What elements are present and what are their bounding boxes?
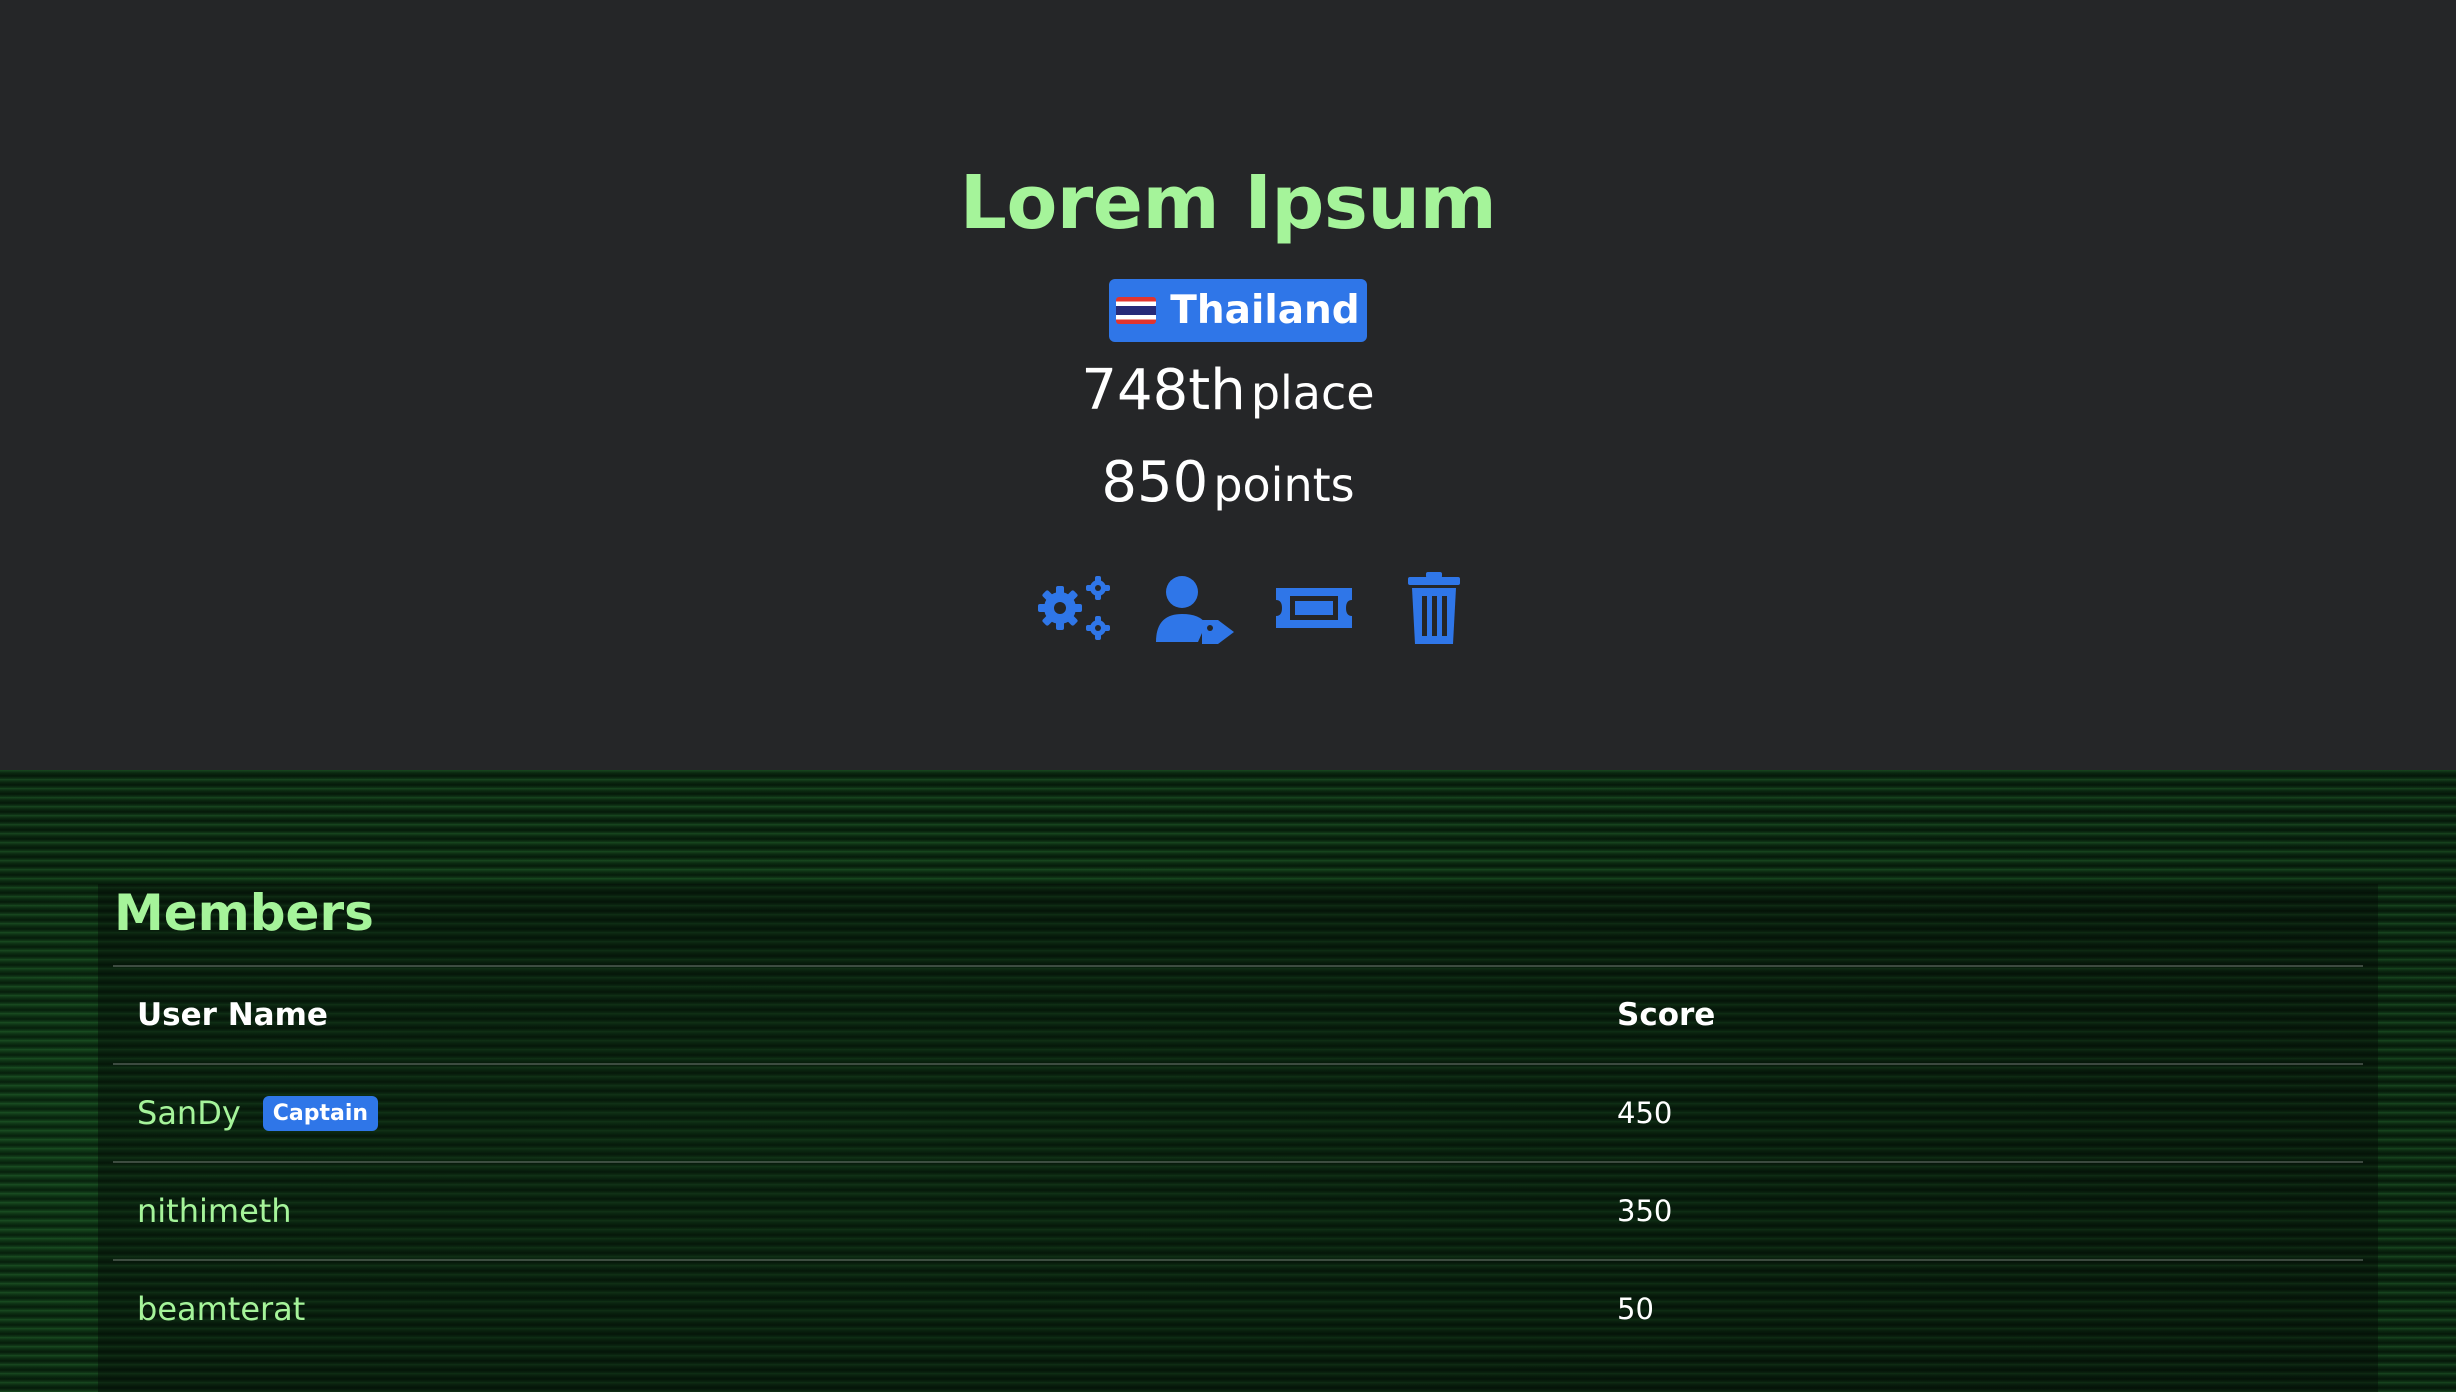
settings-button[interactable] — [1032, 570, 1116, 646]
team-actions — [1032, 570, 1476, 646]
table-row: SanDy Captain 450 — [113, 1063, 2363, 1161]
member-link[interactable]: SanDy — [137, 1094, 241, 1132]
member-score: 50 — [1617, 1292, 1654, 1326]
team-header: Lorem Ipsum Thailand 748th place 850 poi… — [0, 0, 2456, 770]
ticket-button[interactable] — [1272, 570, 1356, 646]
member-score: 350 — [1617, 1194, 1673, 1228]
country-badge[interactable]: Thailand — [1109, 279, 1367, 342]
team-points: 850 points — [0, 450, 2456, 515]
points-label: points — [1213, 458, 1355, 512]
gears-icon — [1038, 576, 1110, 640]
user-tag-icon — [1156, 576, 1234, 644]
place-number: 748th — [1081, 358, 1246, 423]
team-name: Lorem Ipsum — [959, 160, 1497, 246]
member-link[interactable]: beamterat — [137, 1290, 305, 1328]
member-score: 450 — [1617, 1096, 1673, 1130]
ticket-icon — [1276, 588, 1352, 628]
thailand-flag-icon — [1116, 297, 1157, 324]
table-header-row: User Name Score — [113, 965, 2363, 1063]
team-place: 748th place — [0, 358, 2456, 423]
delete-team-button[interactable] — [1392, 570, 1476, 646]
members-table: User Name Score SanDy Captain 450 nithim… — [113, 965, 2363, 1357]
trash-icon — [1408, 572, 1460, 644]
captain-badge: Captain — [262, 1095, 379, 1131]
place-label: place — [1250, 366, 1375, 420]
members-title: Members — [114, 884, 374, 942]
column-header-user-name: User Name — [137, 997, 328, 1033]
country-label: Thailand — [1170, 288, 1360, 333]
member-link[interactable]: nithimeth — [137, 1192, 292, 1230]
table-row: beamterat 50 — [113, 1259, 2363, 1357]
points-number: 850 — [1101, 450, 1209, 515]
captain-transfer-button[interactable] — [1152, 570, 1236, 646]
table-row: nithimeth 350 — [113, 1161, 2363, 1259]
column-header-score: Score — [1617, 997, 1716, 1033]
